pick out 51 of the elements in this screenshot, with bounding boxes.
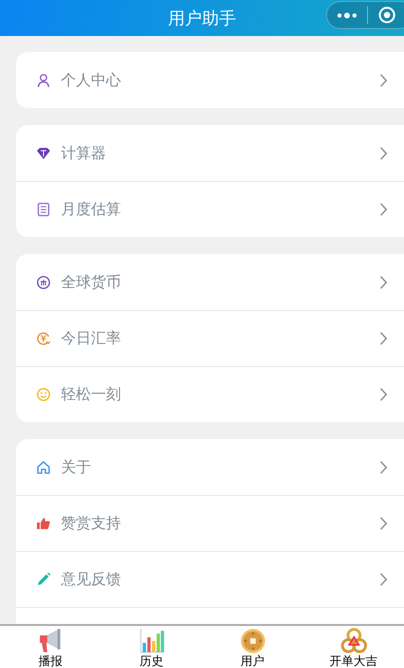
tab-label: 开单大吉 [330, 654, 378, 668]
chevron-right-icon [379, 202, 388, 217]
smile-icon [36, 387, 51, 402]
close-icon[interactable] [378, 6, 396, 24]
tab[interactable]: 播报 [0, 626, 101, 668]
document-icon [36, 202, 51, 217]
menu-item-label: 今日汇率 [61, 329, 122, 348]
diamond-icon [36, 146, 51, 160]
rings-icon [340, 628, 366, 654]
tab[interactable]: 用户 [202, 626, 303, 668]
menu-item[interactable]: 意见反馈 [16, 551, 404, 607]
menu-item[interactable]: 赞赏支持 [16, 495, 404, 551]
menu-item[interactable]: 计算器 [16, 125, 404, 181]
chevron-right-icon [379, 460, 388, 474]
pencil-icon [36, 572, 51, 587]
menu-item-label: 个人中心 [61, 70, 122, 90]
megaphone-icon [38, 628, 64, 654]
tab-label: 用户 [240, 654, 264, 668]
menu-item-label: 轻松一刻 [61, 385, 122, 404]
menu-item-label: 赞赏支持 [61, 514, 122, 533]
menu-item-label: 关于 [61, 458, 92, 476]
exchange-icon [36, 331, 51, 346]
chevron-right-icon [379, 331, 388, 346]
tab[interactable]: 开单大吉 [303, 626, 404, 668]
menu-item[interactable]: 今日汇率 [16, 310, 404, 366]
bar-chart-icon [138, 628, 164, 654]
page-title: 用户助手 [168, 8, 236, 30]
home-icon [36, 460, 51, 474]
tab[interactable]: 历史 [101, 626, 202, 668]
menu-item[interactable]: 关于 [16, 439, 404, 495]
tab-label: 历史 [140, 654, 164, 668]
chevron-right-icon [379, 516, 388, 531]
chevron-right-icon [379, 72, 388, 88]
more-icon[interactable] [337, 12, 357, 18]
menu-item[interactable]: 全球货币 [16, 254, 404, 310]
chevron-right-icon [379, 572, 388, 587]
menu-item-label: 意见反馈 [61, 570, 122, 589]
menu-item-label: 全球货币 [61, 272, 122, 292]
chevron-right-icon [379, 274, 388, 290]
thumbs-up-icon [36, 516, 51, 531]
menu-item[interactable]: 月度估算 [16, 181, 404, 237]
menu-item[interactable]: 轻松一刻 [16, 366, 404, 422]
coin-icon [240, 628, 266, 654]
menu-item-label: 月度估算 [61, 200, 122, 219]
menu-item[interactable]: 个人中心 [16, 52, 404, 108]
tab-label: 播报 [38, 654, 62, 668]
menu-item-label: 计算器 [61, 144, 107, 162]
chevron-right-icon [379, 146, 388, 160]
user-icon [36, 72, 51, 88]
chevron-right-icon [379, 387, 388, 402]
currency-icon [36, 274, 51, 290]
